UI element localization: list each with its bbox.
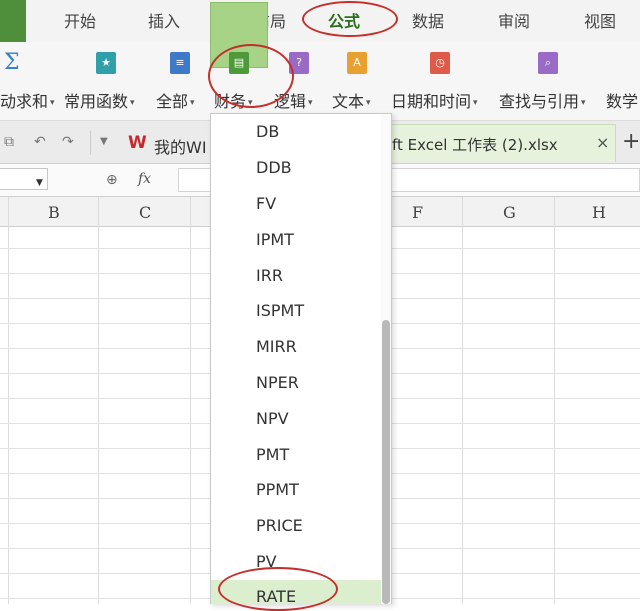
text-icon[interactable]: A <box>347 52 367 74</box>
chevron-down-icon[interactable]: ▼ <box>36 178 43 188</box>
grid-line <box>554 197 555 604</box>
ribbon-text[interactable]: 文本 ▾ <box>332 88 371 112</box>
menu-item-nper[interactable]: NPER <box>256 373 299 392</box>
ribbon-math-label: 数学 <box>606 92 639 111</box>
ribbon-date-time-label: 日期和时间 <box>391 92 472 111</box>
menu-item-db[interactable]: DB <box>256 122 279 141</box>
ribbon-text-label: 文本 <box>332 92 365 111</box>
doc-tab-wps[interactable]: 我的WI <box>154 134 207 158</box>
menu-item-npv[interactable]: NPV <box>256 409 289 428</box>
chevron-down-icon: ▾ <box>581 98 586 108</box>
ribbon-math[interactable]: 数学 <box>606 88 638 112</box>
print-preview-icon[interactable]: ⧉ <box>4 134 14 150</box>
lookup-icon[interactable]: ⌕ <box>538 52 558 74</box>
column-header-h[interactable]: H <box>592 203 606 222</box>
column-header-f[interactable]: F <box>412 203 423 222</box>
menu-item-ipmt[interactable]: IPMT <box>256 230 294 249</box>
chevron-down-icon: ▾ <box>366 98 371 108</box>
ribbon-lookup[interactable]: 查找与引用 ▾ <box>499 88 586 112</box>
grid-line <box>462 197 463 604</box>
toolbar-divider <box>90 131 91 155</box>
tab-data[interactable]: 数据 <box>408 0 448 42</box>
tab-bar-edge <box>0 0 26 42</box>
insert-function-icon[interactable]: fx <box>138 171 151 187</box>
chevron-down-icon: ▾ <box>473 98 478 108</box>
active-doc-tab-label: ft Excel 工作表 (2).xlsx <box>392 136 558 154</box>
ribbon-date-time[interactable]: 日期和时间 ▾ <box>391 88 478 112</box>
chevron-down-icon: ▾ <box>130 98 135 108</box>
column-header-g[interactable]: G <box>503 203 516 222</box>
menu-item-ppmt[interactable]: PPMT <box>256 480 299 499</box>
common-functions-icon[interactable]: ★ <box>96 52 116 74</box>
ribbon-all[interactable]: 全部 ▾ <box>156 88 195 112</box>
wps-logo-icon: W <box>128 133 147 153</box>
menu-item-ddb[interactable]: DDB <box>256 158 292 177</box>
menu-item-fv[interactable]: FV <box>256 194 276 213</box>
undo-icon[interactable]: ↶ <box>34 134 46 150</box>
ribbon-common-functions[interactable]: 常用函数 ▾ <box>64 88 135 112</box>
grid-line <box>98 197 99 604</box>
customize-dropdown-icon[interactable]: ▼ <box>100 136 108 147</box>
menu-item-mirr[interactable]: MIRR <box>256 337 297 356</box>
zoom-icon[interactable]: ⊕ <box>106 172 118 188</box>
finance-annotation-circle <box>208 44 294 108</box>
ribbon-lookup-label: 查找与引用 <box>499 92 580 111</box>
tab-view[interactable]: 视图 <box>580 0 620 42</box>
tab-review[interactable]: 审阅 <box>494 0 534 42</box>
redo-icon[interactable]: ↷ <box>62 134 74 150</box>
chevron-down-icon: ▾ <box>190 98 195 108</box>
ribbon-autosum-label: 动求和 <box>0 92 49 111</box>
menu-item-ispmt[interactable]: ISPMT <box>256 301 304 320</box>
column-header-c[interactable]: C <box>139 203 151 222</box>
ribbon-common-functions-label: 常用函数 <box>64 92 129 111</box>
grid-line <box>8 197 9 604</box>
new-tab-icon[interactable]: + <box>622 129 640 154</box>
all-functions-icon[interactable]: ≡ <box>170 52 190 74</box>
menu-item-pmt[interactable]: PMT <box>256 445 289 464</box>
chevron-down-icon: ▾ <box>50 98 55 108</box>
chevron-down-icon: ▾ <box>308 98 313 108</box>
tab-home[interactable]: 开始 <box>58 0 102 42</box>
ribbon-autosum[interactable]: 动求和 ▾ <box>0 88 55 112</box>
rate-annotation-circle <box>218 567 338 611</box>
grid-line <box>190 197 191 604</box>
ribbon-all-label: 全部 <box>156 92 189 111</box>
date-time-icon[interactable]: ◷ <box>430 52 450 74</box>
menu-item-irr[interactable]: IRR <box>256 266 283 285</box>
menu-item-price[interactable]: PRICE <box>256 516 303 535</box>
tab-annotation-circle <box>302 1 398 37</box>
column-header-b[interactable]: B <box>48 203 60 222</box>
tab-insert[interactable]: 插入 <box>144 0 184 42</box>
close-icon[interactable]: × <box>596 133 609 152</box>
autosum-icon[interactable]: Σ <box>4 50 20 75</box>
menu-scrollbar-thumb[interactable] <box>382 320 390 604</box>
